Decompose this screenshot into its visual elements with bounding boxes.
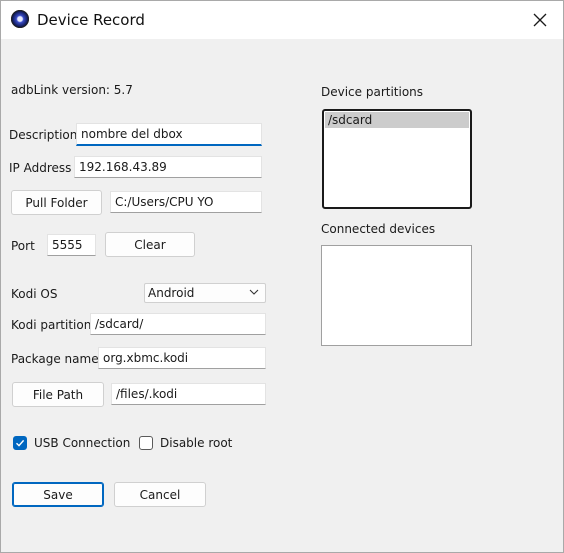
package-name-field[interactable]	[98, 347, 266, 369]
clear-button[interactable]: Clear	[105, 232, 195, 257]
description-field[interactable]	[76, 123, 262, 146]
device-partitions-label: Device partitions	[321, 85, 424, 99]
save-button[interactable]: Save	[12, 482, 104, 507]
partition-list-item[interactable]: /sdcard	[325, 112, 469, 128]
window-title: Device Record	[37, 11, 145, 29]
version-label: adbLink version: 5.7	[11, 83, 133, 97]
app-icon	[11, 10, 29, 28]
close-icon	[533, 13, 547, 27]
device-partitions-list[interactable]: /sdcard	[322, 109, 472, 209]
usb-connection-check-box[interactable]	[13, 436, 27, 450]
check-icon	[16, 439, 25, 447]
file-path-field[interactable]	[111, 383, 266, 405]
cancel-button[interactable]: Cancel	[114, 482, 206, 507]
save-button-label: Save	[43, 487, 73, 502]
ip-address-label: IP Address	[9, 161, 72, 175]
pull-folder-button[interactable]: Pull Folder	[11, 190, 102, 215]
connected-devices-list[interactable]	[321, 245, 472, 346]
pull-folder-button-label: Pull Folder	[25, 195, 88, 210]
pull-folder-field[interactable]	[110, 191, 262, 213]
cancel-button-label: Cancel	[139, 487, 181, 502]
description-label: Description	[9, 128, 78, 142]
ip-address-field[interactable]	[74, 156, 262, 178]
port-field[interactable]	[47, 234, 96, 256]
kodi-partition-label: Kodi partition	[11, 318, 92, 332]
usb-connection-label: USB Connection	[34, 436, 131, 450]
disable-root-label: Disable root	[160, 436, 233, 450]
file-path-button[interactable]: File Path	[12, 382, 104, 407]
device-record-window: Device Record adbLink version: 5.7 Descr…	[0, 0, 564, 553]
kodi-os-select[interactable]: Android	[144, 283, 266, 303]
close-button[interactable]	[525, 5, 555, 35]
kodi-os-value: Android	[148, 286, 195, 300]
port-label: Port	[11, 239, 35, 253]
chevron-down-icon	[249, 289, 259, 295]
connected-devices-label: Connected devices	[321, 222, 436, 236]
package-name-label: Package name	[11, 352, 99, 366]
title-bar: Device Record	[1, 1, 563, 39]
kodi-os-label: Kodi OS	[11, 287, 58, 301]
file-path-button-label: File Path	[32, 387, 84, 402]
disable-root-check-box[interactable]	[139, 436, 153, 450]
clear-button-label: Clear	[134, 237, 166, 252]
kodi-partition-field[interactable]	[90, 313, 266, 335]
